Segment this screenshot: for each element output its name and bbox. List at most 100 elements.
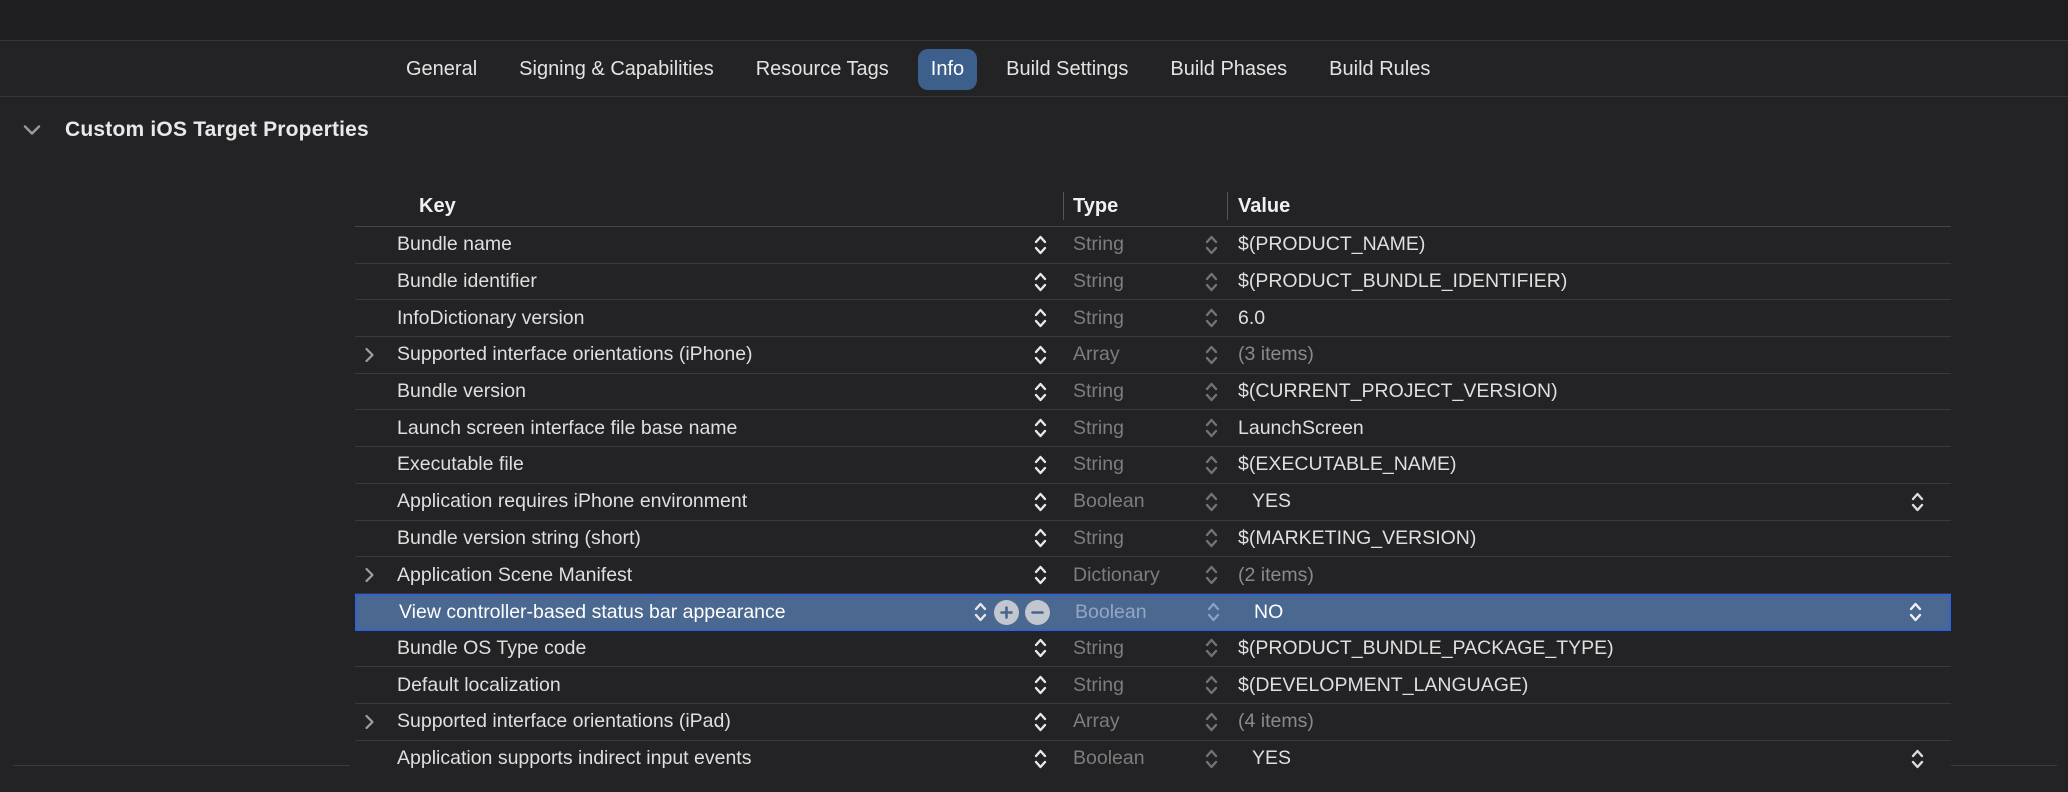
plist-row[interactable]: Application requires iPhone environment …: [355, 484, 1951, 521]
plist-row[interactable]: Bundle identifier String $(PRODUCT_BUNDL…: [355, 264, 1951, 301]
type-stepper[interactable]: [1204, 453, 1219, 477]
key-label[interactable]: Supported interface orientations (iPhone…: [397, 343, 753, 366]
type-cell[interactable]: Boolean: [1063, 484, 1227, 520]
key-label[interactable]: Application Scene Manifest: [397, 564, 632, 587]
type-cell[interactable]: Boolean: [1065, 596, 1229, 629]
key-stepper[interactable]: [1033, 563, 1048, 587]
chevron-right-icon[interactable]: [363, 566, 375, 584]
key-stepper[interactable]: [1033, 673, 1048, 697]
value-label[interactable]: $(CURRENT_PROJECT_VERSION): [1238, 380, 1558, 403]
tab-signing-capabilities[interactable]: Signing & Capabilities: [506, 49, 727, 90]
key-stepper[interactable]: [1033, 380, 1048, 404]
tab-general[interactable]: General: [393, 49, 490, 90]
tab-resource-tags[interactable]: Resource Tags: [743, 49, 902, 90]
type-cell[interactable]: Array: [1063, 337, 1227, 373]
type-stepper[interactable]: [1204, 636, 1219, 660]
key-stepper[interactable]: [1033, 343, 1048, 367]
key-label[interactable]: Bundle name: [397, 233, 512, 256]
key-stepper[interactable]: [1033, 453, 1048, 477]
type-stepper[interactable]: [1204, 490, 1219, 514]
tab-build-settings[interactable]: Build Settings: [993, 49, 1141, 90]
plist-row[interactable]: Supported interface orientations (iPad) …: [355, 704, 1951, 741]
key-label[interactable]: Application supports indirect input even…: [397, 747, 751, 770]
value-stepper[interactable]: [1910, 490, 1925, 514]
type-stepper[interactable]: [1204, 270, 1219, 294]
value-label[interactable]: $(EXECUTABLE_NAME): [1238, 453, 1457, 476]
value-label[interactable]: NO: [1254, 601, 1283, 624]
type-cell[interactable]: Dictionary: [1063, 557, 1227, 593]
key-stepper[interactable]: [1033, 306, 1048, 330]
plist-row[interactable]: Default localization String $(DEVELOPMEN…: [355, 667, 1951, 704]
key-stepper[interactable]: [1033, 636, 1048, 660]
type-cell[interactable]: String: [1063, 667, 1227, 703]
value-label[interactable]: (2 items): [1238, 564, 1314, 587]
type-stepper[interactable]: [1206, 600, 1221, 624]
type-stepper[interactable]: [1204, 526, 1219, 550]
plist-row[interactable]: Application Scene Manifest Dictionary (2…: [355, 557, 1951, 594]
value-label[interactable]: (4 items): [1238, 710, 1314, 733]
value-label[interactable]: LaunchScreen: [1238, 417, 1364, 440]
value-label[interactable]: (3 items): [1238, 343, 1314, 366]
add-row-button[interactable]: [994, 600, 1019, 625]
value-label[interactable]: YES: [1252, 490, 1291, 513]
key-stepper[interactable]: [1033, 710, 1048, 734]
tab-build-rules[interactable]: Build Rules: [1316, 49, 1443, 90]
type-cell[interactable]: String: [1063, 410, 1227, 446]
chevron-right-icon[interactable]: [363, 346, 375, 364]
type-cell[interactable]: String: [1063, 374, 1227, 410]
type-stepper[interactable]: [1204, 673, 1219, 697]
value-label[interactable]: $(PRODUCT_NAME): [1238, 233, 1425, 256]
key-label[interactable]: Supported interface orientations (iPad): [397, 710, 731, 733]
type-cell[interactable]: String: [1063, 227, 1227, 263]
value-label[interactable]: 6.0: [1238, 307, 1265, 330]
chevron-right-icon[interactable]: [363, 713, 375, 731]
value-label[interactable]: $(PRODUCT_BUNDLE_IDENTIFIER): [1238, 270, 1567, 293]
value-label[interactable]: $(MARKETING_VERSION): [1238, 527, 1476, 550]
key-stepper[interactable]: [1033, 526, 1048, 550]
plist-row[interactable]: Bundle OS Type code String $(PRODUCT_BUN…: [355, 631, 1951, 668]
key-label[interactable]: InfoDictionary version: [397, 307, 585, 330]
type-cell[interactable]: Array: [1063, 704, 1227, 740]
type-cell[interactable]: String: [1063, 264, 1227, 300]
key-stepper[interactable]: [1033, 233, 1048, 257]
plist-row[interactable]: Executable file String $(EXECUTABLE_NAME…: [355, 447, 1951, 484]
type-stepper[interactable]: [1204, 416, 1219, 440]
type-stepper[interactable]: [1204, 306, 1219, 330]
key-label[interactable]: Bundle version string (short): [397, 527, 641, 550]
plist-row[interactable]: InfoDictionary version String 6.0: [355, 300, 1951, 337]
key-stepper[interactable]: [1033, 747, 1048, 771]
key-stepper[interactable]: [1033, 270, 1048, 294]
remove-row-button[interactable]: [1025, 600, 1050, 625]
tab-build-phases[interactable]: Build Phases: [1157, 49, 1300, 90]
value-stepper[interactable]: [1910, 747, 1925, 771]
type-cell[interactable]: String: [1063, 631, 1227, 667]
plist-row[interactable]: Bundle version string (short) String $(M…: [355, 521, 1951, 558]
type-stepper[interactable]: [1204, 747, 1219, 771]
plist-row[interactable]: Bundle version String $(CURRENT_PROJECT_…: [355, 374, 1951, 411]
type-stepper[interactable]: [1204, 233, 1219, 257]
key-label[interactable]: Bundle identifier: [397, 270, 537, 293]
type-cell[interactable]: String: [1063, 521, 1227, 557]
value-label[interactable]: $(PRODUCT_BUNDLE_PACKAGE_TYPE): [1238, 637, 1614, 660]
plist-row[interactable]: Bundle name String $(PRODUCT_NAME): [355, 227, 1951, 264]
value-stepper[interactable]: [1908, 600, 1923, 624]
key-stepper[interactable]: [1033, 416, 1048, 440]
type-stepper[interactable]: [1204, 343, 1219, 367]
type-cell[interactable]: String: [1063, 300, 1227, 336]
key-label[interactable]: Executable file: [397, 453, 524, 476]
type-stepper[interactable]: [1204, 563, 1219, 587]
key-stepper[interactable]: [973, 600, 988, 624]
key-label[interactable]: Application requires iPhone environment: [397, 490, 747, 513]
key-stepper[interactable]: [1033, 490, 1048, 514]
key-label[interactable]: Launch screen interface file base name: [397, 417, 737, 440]
value-label[interactable]: YES: [1252, 747, 1291, 770]
type-cell[interactable]: String: [1063, 447, 1227, 483]
type-stepper[interactable]: [1204, 710, 1219, 734]
type-stepper[interactable]: [1204, 380, 1219, 404]
plist-row[interactable]: Application supports indirect input even…: [355, 741, 1951, 778]
key-label[interactable]: View controller-based status bar appeara…: [399, 601, 786, 624]
plist-row[interactable]: View controller-based status bar appeara…: [355, 594, 1951, 631]
key-label[interactable]: Bundle OS Type code: [397, 637, 586, 660]
key-label[interactable]: Bundle version: [397, 380, 526, 403]
key-label[interactable]: Default localization: [397, 674, 561, 697]
